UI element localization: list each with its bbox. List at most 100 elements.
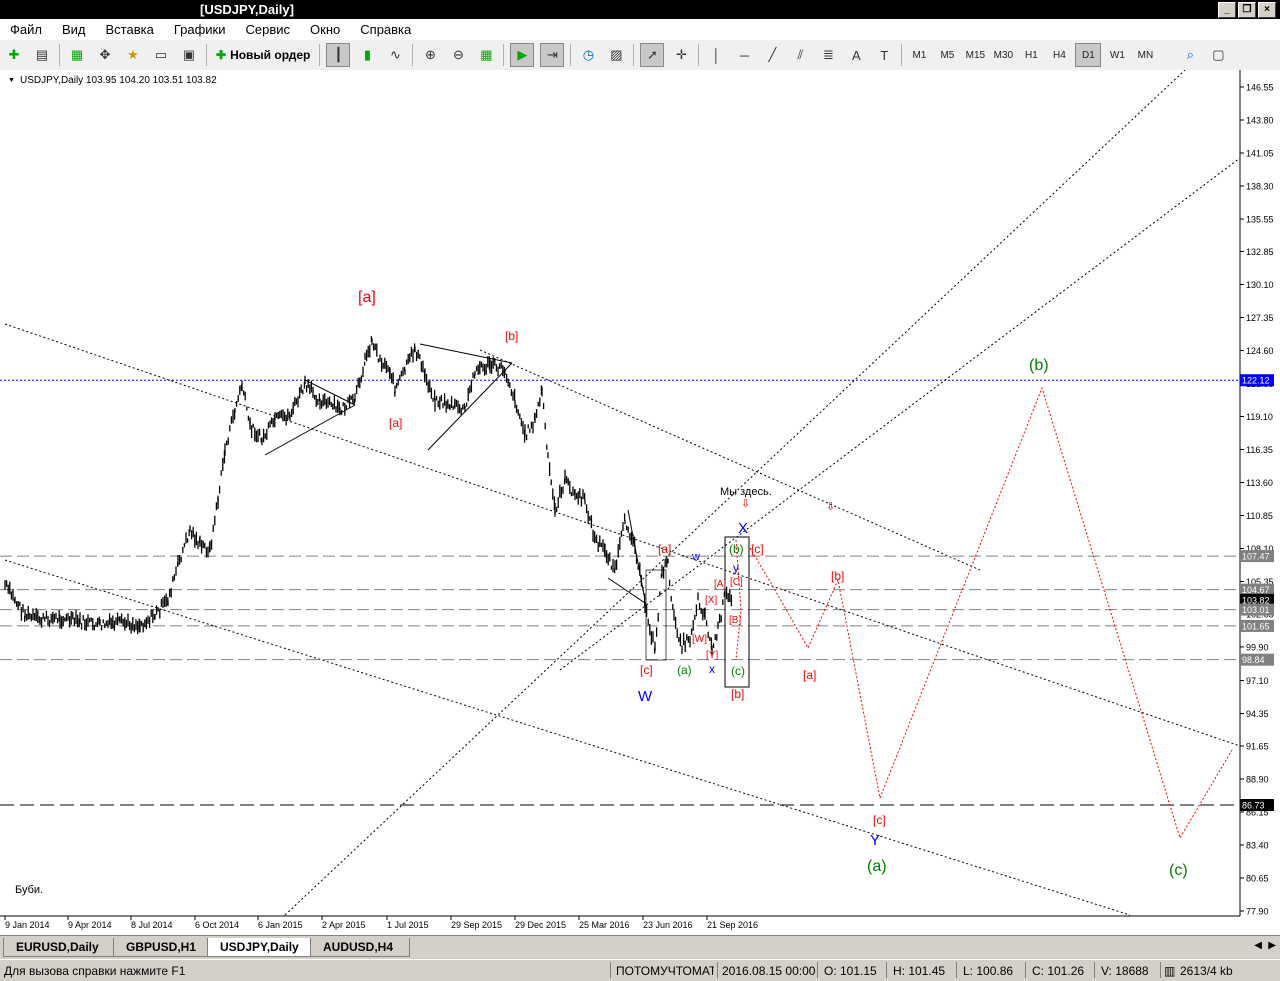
timeframe-m15[interactable]: M15: [963, 44, 987, 66]
collapse-icon[interactable]: ▼: [8, 77, 15, 84]
tab-usdjpy-daily[interactable]: USDJPY,Daily: [207, 938, 313, 957]
status-profile: ПОТОМУЧТОМАТЕ: [616, 964, 714, 978]
title-bar: [USDJPY,Daily] _ ❐ ×: [0, 0, 1280, 19]
favorites-icon[interactable]: ★: [122, 44, 144, 66]
wave-label: [c]: [640, 663, 653, 677]
wave-label: (b): [1029, 357, 1049, 374]
horizontal-line-icon[interactable]: ─: [733, 44, 755, 66]
timeframe-h4[interactable]: H4: [1047, 44, 1071, 66]
date-label: 23 Jun 2016: [643, 920, 693, 930]
timeframe-m30[interactable]: M30: [991, 44, 1015, 66]
autoscroll-icon[interactable]: ▶: [510, 43, 535, 67]
sell-arrow-icon: ⇩: [741, 498, 750, 510]
timeframe-m5[interactable]: M5: [935, 44, 959, 66]
terminal-icon[interactable]: ▭: [150, 44, 172, 66]
wave-label: [B]: [729, 615, 741, 626]
navigator-icon[interactable]: ✥: [94, 44, 116, 66]
trend-line: [4, 559, 1131, 916]
menu-help[interactable]: Справка: [350, 22, 421, 37]
timeframe-mn[interactable]: MN: [1133, 44, 1157, 66]
pattern-line: [427, 362, 513, 451]
status-traffic: 2613/4 kb: [1180, 964, 1233, 978]
date-label: 25 Mar 2016: [579, 920, 630, 930]
toolbar: ✚ ▤ ▦ ✥ ★ ▭ ▣ ✚ Новый ордер ┃ ▮ ∿ ⊕ ⊖ ▦ ▶…: [0, 40, 1280, 71]
templates-icon[interactable]: ▨: [605, 44, 627, 66]
market-watch-icon[interactable]: ▦: [66, 44, 88, 66]
separator: [1025, 962, 1026, 978]
status-bar: Для вызова справки нажмите F1 ПОТОМУЧТОМ…: [0, 959, 1280, 981]
minimize-icon[interactable]: _: [1218, 2, 1236, 18]
crosshair-icon[interactable]: ✛: [670, 44, 692, 66]
menu-file[interactable]: Файл: [0, 22, 52, 37]
pattern-line: [419, 343, 513, 364]
periods-icon[interactable]: ◷: [577, 44, 599, 66]
search-icon[interactable]: ⌕: [1179, 44, 1201, 66]
price-chart[interactable]: ▼ USDJPY,Daily 103.95 104.20 103.51 103.…: [0, 70, 1280, 935]
bar-chart-icon[interactable]: ┃: [326, 43, 351, 67]
separator: [412, 44, 414, 66]
date-label: 6 Jan 2015: [258, 920, 303, 930]
channel-icon[interactable]: ⫽: [789, 44, 811, 66]
wave-label: x: [709, 662, 715, 676]
menu-insert[interactable]: Вставка: [96, 22, 164, 37]
timeframe-h1[interactable]: H1: [1019, 44, 1043, 66]
timeframe-d1[interactable]: D1: [1075, 43, 1102, 67]
zoom-out-icon[interactable]: ⊖: [447, 44, 469, 66]
timeframe-m1[interactable]: M1: [907, 44, 931, 66]
chat-icon[interactable]: ▢: [1207, 44, 1229, 66]
menu-tools[interactable]: Сервис: [236, 22, 301, 37]
wave-label: Y: [870, 832, 880, 849]
fibonacci-icon[interactable]: ≣: [817, 44, 839, 66]
timeframe-w1[interactable]: W1: [1105, 44, 1129, 66]
text-icon[interactable]: A: [845, 44, 867, 66]
separator: [633, 44, 635, 66]
wave-label: [b]: [505, 329, 518, 343]
tester-icon[interactable]: ▣: [178, 44, 200, 66]
menu-view[interactable]: Вид: [52, 22, 96, 37]
text-label-icon[interactable]: T: [873, 44, 895, 66]
restore-icon[interactable]: ❐: [1238, 2, 1256, 18]
menu-window[interactable]: Окно: [300, 22, 350, 37]
price-label: 97.10: [1246, 676, 1269, 686]
price-label: 119.10: [1246, 412, 1273, 422]
wave-label: [b]: [831, 569, 844, 583]
new-order-button[interactable]: ✚ Новый ордер: [210, 48, 316, 62]
tab-audusd-h4[interactable]: AUDUSD,H4: [310, 938, 410, 957]
level-tag-label: 103.01: [1242, 605, 1270, 615]
tile-windows-icon[interactable]: ▦: [475, 44, 497, 66]
trendline-icon[interactable]: ╱: [761, 44, 783, 66]
candlestick-icon[interactable]: ▮: [356, 44, 378, 66]
line-chart-icon[interactable]: ∿: [384, 44, 406, 66]
tab-eurusd-daily[interactable]: EURUSD,Daily: [3, 938, 118, 957]
menu-charts[interactable]: Графики: [164, 22, 236, 37]
price-label: 124.60: [1246, 346, 1274, 356]
date-label: 9 Jan 2014: [5, 920, 50, 930]
close-icon[interactable]: ×: [1258, 2, 1276, 18]
separator: [717, 962, 718, 978]
vertical-line-icon[interactable]: │: [705, 44, 727, 66]
profiles-icon[interactable]: ▤: [31, 44, 53, 66]
trend-line: [4, 323, 1241, 747]
level-tag-label: 98.84: [1242, 655, 1265, 665]
price-label: 135.55: [1246, 215, 1274, 225]
wave-label: (a): [867, 858, 887, 875]
trend-line: [559, 157, 1241, 671]
wave-label: [a]: [389, 416, 402, 430]
separator: [503, 44, 505, 66]
tab-scroll-right-icon[interactable]: ▶: [1268, 940, 1276, 951]
wave-label: (c): [731, 664, 745, 678]
separator: [59, 44, 60, 66]
date-label: 6 Oct 2014: [195, 920, 239, 930]
new-chart-icon[interactable]: ✚: [3, 44, 25, 66]
chart-shift-icon[interactable]: ⇥: [540, 43, 565, 67]
price-label: 91.65: [1246, 741, 1269, 751]
chart-window[interactable]: ▼ USDJPY,Daily 103.95 104.20 103.51 103.…: [0, 70, 1280, 935]
price-label: 80.65: [1246, 873, 1269, 883]
tab-scroll-left-icon[interactable]: ◀: [1254, 940, 1262, 951]
separator: [206, 44, 207, 66]
cursor-icon[interactable]: ➚: [640, 43, 665, 67]
tab-gbpusd-h1[interactable]: GBPUSD,H1: [113, 938, 208, 957]
price-label: 99.90: [1246, 642, 1269, 652]
wave-label: [W]: [692, 634, 707, 645]
zoom-in-icon[interactable]: ⊕: [419, 44, 441, 66]
